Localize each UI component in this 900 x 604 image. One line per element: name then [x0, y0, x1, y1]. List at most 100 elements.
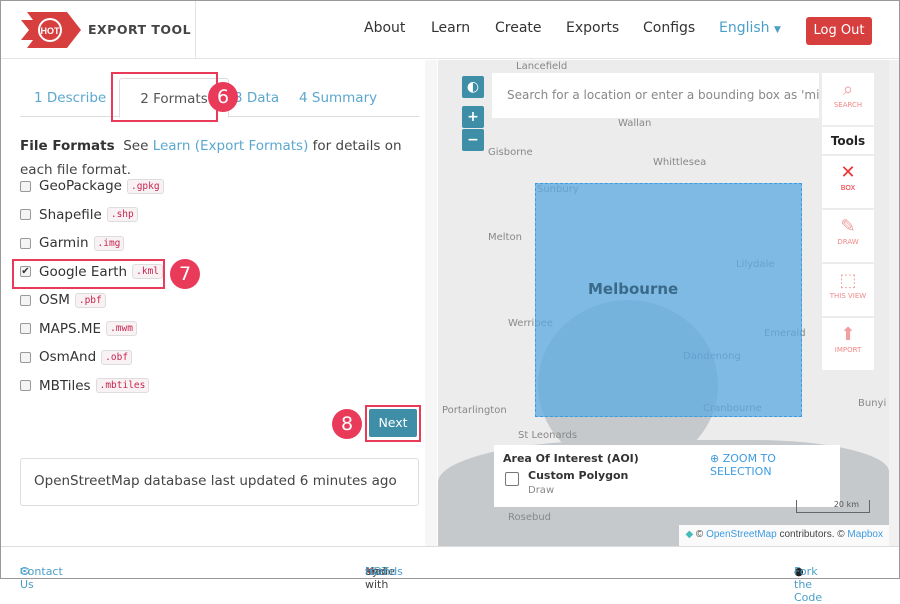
format-label: MBTiles [39, 377, 91, 394]
pencil-icon: ✎ [840, 216, 856, 237]
zoom-in-button[interactable]: + [462, 106, 484, 128]
file-formats-intro: File Formats See Learn (Export Formats) … [20, 134, 420, 182]
language-label: English [719, 20, 770, 36]
location-search-input[interactable]: Search for a location or enter a boundin… [492, 73, 819, 118]
search-tool[interactable]: ⌕ SEARCH [822, 73, 874, 125]
format-extension: .mwm [106, 321, 137, 336]
attribution-text: contributors. © [779, 529, 845, 540]
hot-logo-icon: HOT [21, 12, 81, 48]
format-checkbox[interactable] [20, 380, 31, 391]
this-view-tool[interactable]: ⬚ THIS VIEW [822, 264, 874, 316]
format-label: GeoPackage [39, 178, 122, 194]
copyright: © [695, 529, 704, 540]
format-mbtiles[interactable]: MBTiles .mbtiles [20, 377, 150, 394]
nav-configs[interactable]: Configs [643, 20, 695, 36]
left-scrollbar[interactable] [425, 60, 437, 546]
format-geopackage[interactable]: GeoPackage .gpkg [20, 178, 164, 194]
tool-label: SEARCH [833, 101, 863, 109]
annotation-badge: 8 [332, 409, 362, 439]
file-formats-title: File Formats [20, 138, 115, 154]
logo[interactable]: HOT EXPORT TOOL [1, 1, 196, 59]
fork-label: Fork the Code [794, 565, 823, 604]
search-icon: ⌕ [842, 79, 854, 100]
tab-summary[interactable]: 4 Summary [299, 90, 377, 106]
map-label: Melton [488, 232, 522, 243]
zoom-to-selection-label: ZOOM TO SELECTION [710, 452, 776, 478]
format-checkbox[interactable] [20, 351, 31, 363]
aoi-panel: Area Of Interest (AOI) ⊕ ZOOM TO SELECTI… [494, 445, 840, 507]
draw-tool[interactable]: ✎ DRAW [822, 210, 874, 262]
aoi-item-sub: Draw [528, 485, 555, 496]
format-osmand[interactable]: OsmAnd .obf [20, 349, 133, 365]
format-label: Shapefile [39, 206, 102, 223]
aoi-bounding-box[interactable] [535, 183, 802, 417]
layers-icon: ◆ [685, 529, 694, 540]
left-panel: 1 Describe 2 Formats 3 Data 4 Summary 6 … [1, 60, 437, 546]
format-extension: .pbf [74, 292, 106, 308]
import-tool[interactable]: ⬆ IMPORT [822, 318, 874, 370]
aoi-checkbox[interactable] [505, 472, 519, 486]
format-extension: .shp [106, 207, 138, 222]
map-label: Wallan [618, 118, 652, 129]
svg-text:HOT: HOT [41, 26, 61, 36]
map-label: Lancefield [516, 61, 568, 72]
format-extension: .mbtiles [95, 378, 150, 393]
tool-label: BOX [840, 184, 856, 192]
page-scrollbar[interactable] [889, 60, 899, 546]
map-label: Rosebud [508, 512, 552, 523]
format-checkbox[interactable] [20, 237, 31, 249]
annotation-badge: 7 [170, 259, 200, 289]
tools-panel: ⌕ SEARCH Tools ✕ BOX ✎ DRAW ⬚ THIS VIEW ⬆ IMP… [822, 73, 874, 372]
format-label: MAPS.ME [39, 320, 102, 337]
nav-create[interactable]: Create [495, 20, 542, 36]
format-shapefile[interactable]: Shapefile .shp [20, 207, 138, 223]
aoi-title: Area Of Interest (AOI) [503, 452, 639, 465]
annotation-badge: 6 [208, 82, 238, 112]
format-osm[interactable]: OSM .pbf [20, 292, 106, 308]
osm-status: OpenStreetMap database last updated 6 mi… [20, 458, 419, 506]
logout-button[interactable]: Log Out [806, 17, 872, 45]
nav-exports[interactable]: Exports [566, 20, 619, 36]
footer: ✉ Contact Us Made with ❤ by HOT and frie… [1, 546, 899, 604]
friends-link[interactable]: friends [365, 565, 403, 578]
format-extension: .gpkg [126, 178, 164, 194]
map-label: Bunyi [858, 398, 887, 409]
format-checkbox[interactable] [20, 294, 31, 306]
zoom-to-selection-button[interactable]: ⊕ ZOOM TO SELECTION [710, 452, 840, 478]
highlight-box [12, 259, 165, 289]
format-checkbox[interactable] [20, 323, 31, 334]
format-checkbox[interactable] [20, 180, 31, 192]
format-label: OSM [39, 292, 70, 308]
map-scale: 20 km [796, 500, 870, 513]
nav-learn[interactable]: Learn [431, 20, 470, 36]
map-label: Portarlington [442, 405, 507, 416]
logo-text: EXPORT TOOL [88, 22, 192, 37]
tools-title: Tools [822, 127, 874, 154]
map[interactable]: LancefieldWallanGisborneWhittleseaSunbur… [438, 60, 889, 546]
zoom-in-icon: ⊕ [710, 452, 720, 465]
box-tool[interactable]: ✕ BOX [822, 156, 874, 208]
tab-describe[interactable]: 1 Describe [34, 90, 106, 106]
language-dropdown[interactable]: English ▼ [719, 20, 781, 36]
zoom-out-button[interactable]: − [462, 129, 484, 151]
frame-icon: ⬚ [839, 270, 857, 291]
intro-text: See [123, 138, 149, 154]
map-label: St Leonards [518, 430, 578, 441]
map-label: Melbourne [588, 280, 679, 298]
learn-export-formats-link[interactable]: Learn (Export Formats) [153, 138, 309, 154]
format-garmin[interactable]: Garmin .img [20, 235, 125, 251]
format-checkbox[interactable] [20, 209, 31, 220]
osm-link[interactable]: OpenStreetMap [706, 529, 777, 540]
tool-label: IMPORT [834, 346, 862, 354]
nav-about[interactable]: About [364, 20, 405, 36]
tool-label: THIS VIEW [829, 292, 867, 300]
upload-icon: ⬆ [840, 324, 856, 345]
tab-data[interactable]: 3 Data [234, 90, 279, 106]
mapbox-link[interactable]: Mapbox [847, 529, 883, 540]
format-maps-me[interactable]: MAPS.ME .mwm [20, 321, 137, 337]
close-icon: ✕ [840, 162, 856, 183]
caret-down-icon: ▼ [774, 25, 781, 35]
highlight-box [365, 405, 421, 442]
map-label: Gisborne [488, 147, 533, 158]
globe-icon[interactable]: ◐ [462, 76, 484, 98]
